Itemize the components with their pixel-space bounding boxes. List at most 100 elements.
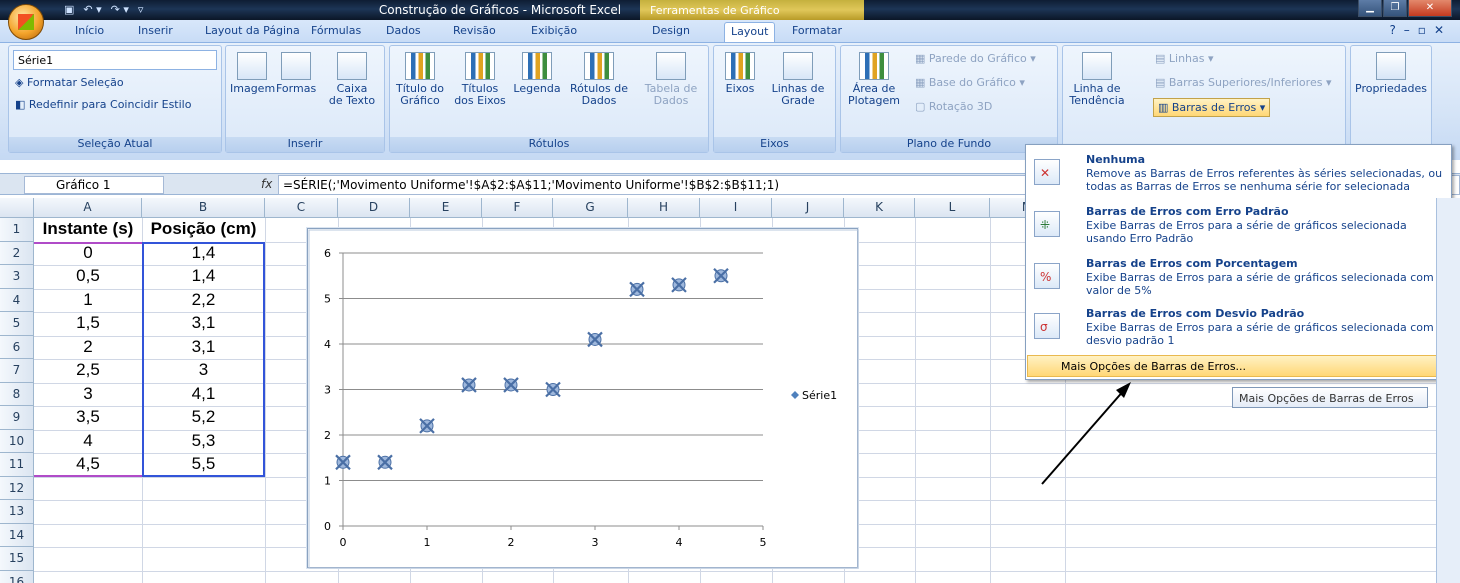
plot-area-button[interactable]: Área de Plotagem (845, 52, 903, 107)
insert-picture-button[interactable]: Imagem (230, 52, 275, 95)
cell-b9[interactable]: 5,2 (142, 406, 265, 430)
gridlines-button[interactable]: Linhas de Grade (766, 52, 830, 107)
cell-b10[interactable]: 5,3 (142, 430, 265, 454)
name-box[interactable]: Gráfico 1 (24, 176, 164, 194)
cell-a2[interactable]: 0 (34, 242, 142, 266)
axis-titles-button[interactable]: Títulos dos Eixos (452, 52, 508, 107)
row-header-6[interactable]: 6 (0, 335, 34, 359)
row-header-11[interactable]: 11 (0, 453, 34, 477)
tab-layout-pagina[interactable]: Layout da Página (205, 24, 300, 37)
menu-item-erro-padrao[interactable]: ⁜ Barras de Erros com Erro Padrão Exibe … (1030, 201, 1448, 253)
cell-a6[interactable]: 2 (34, 336, 142, 360)
cell-b5[interactable]: 3,1 (142, 312, 265, 336)
column-header-c[interactable]: C (265, 198, 338, 218)
menu-item-title: Barras de Erros com Erro Padrão (1086, 205, 1289, 218)
cell-b3[interactable]: 1,4 (142, 265, 265, 289)
row-header-5[interactable]: 5 (0, 312, 34, 336)
axes-button[interactable]: Eixos (718, 52, 762, 95)
row-header-8[interactable]: 8 (0, 382, 34, 406)
row-header-15[interactable]: 15 (0, 547, 34, 571)
cell-b11[interactable]: 5,5 (142, 453, 265, 477)
error-bars-button[interactable]: ▥ Barras de Erros ▾ (1153, 98, 1271, 117)
tab-inserir[interactable]: Inserir (138, 24, 173, 37)
cell-b4[interactable]: 2,2 (142, 289, 265, 313)
properties-button[interactable]: Propriedades (1353, 52, 1429, 95)
fx-icon[interactable]: fx (261, 177, 272, 191)
lines-button[interactable]: ▤ Linhas ▾ (1155, 52, 1214, 65)
minimize-button[interactable]: ▁ (1358, 0, 1382, 17)
column-header-l[interactable]: L (915, 198, 990, 218)
row-header-14[interactable]: 14 (0, 523, 34, 547)
column-header-e[interactable]: E (410, 198, 482, 218)
chart-wall-button[interactable]: ▦ Parede do Gráfico ▾ (915, 52, 1036, 65)
column-header-h[interactable]: H (628, 198, 700, 218)
restore-button[interactable]: ❐ (1383, 0, 1407, 17)
row-header-3[interactable]: 3 (0, 265, 34, 289)
column-header-g[interactable]: G (553, 198, 628, 218)
cell-b6[interactable]: 3,1 (142, 336, 265, 360)
cell-a8[interactable]: 3 (34, 383, 142, 407)
column-header-b[interactable]: B (142, 198, 265, 218)
row-header-13[interactable]: 13 (0, 500, 34, 524)
chart-floor-button[interactable]: ▦ Base do Gráfico ▾ (915, 76, 1025, 89)
column-header-d[interactable]: D (338, 198, 410, 218)
cell-a7[interactable]: 2,5 (34, 359, 142, 383)
cell-b2[interactable]: 1,4 (142, 242, 265, 266)
chart-title-button[interactable]: Título do Gráfico (392, 52, 448, 107)
row-header-9[interactable]: 9 (0, 406, 34, 430)
tab-layout[interactable]: Layout (724, 22, 776, 42)
cell-a5[interactable]: 1,5 (34, 312, 142, 336)
data-labels-button[interactable]: Rótulos de Dados (566, 52, 632, 107)
column-header-k[interactable]: K (844, 198, 915, 218)
cell-a9[interactable]: 3,5 (34, 406, 142, 430)
insert-shapes-button[interactable]: Formas (276, 52, 316, 95)
row-header-12[interactable]: 12 (0, 476, 34, 500)
data-point (671, 277, 687, 293)
close-button[interactable]: ✕ (1408, 0, 1452, 17)
help-icon[interactable]: ?–▫✕ (1389, 23, 1452, 37)
column-header-i[interactable]: I (700, 198, 772, 218)
row-header-10[interactable]: 10 (0, 429, 34, 453)
updown-bars-button[interactable]: ▤ Barras Superiores/Inferiores ▾ (1155, 76, 1331, 89)
tab-inicio[interactable]: Início (75, 24, 104, 37)
cell-b8[interactable]: 4,1 (142, 383, 265, 407)
menu-item-nenhuma[interactable]: ✕ Nenhuma Remove as Barras de Erros refe… (1030, 149, 1448, 201)
tab-design[interactable]: Design (652, 24, 690, 37)
cell-b7[interactable]: 3 (142, 359, 265, 383)
column-header-f[interactable]: F (482, 198, 553, 218)
format-selection-label: Formatar Seleção (26, 76, 124, 89)
cell-b1-header[interactable]: Posição (cm) (142, 218, 265, 242)
tab-formatar[interactable]: Formatar (792, 24, 842, 37)
vertical-scrollbar[interactable] (1436, 198, 1460, 583)
column-header-a[interactable]: A (34, 198, 142, 218)
row-header-16[interactable]: 16 (0, 570, 34, 583)
chart-object[interactable]: 0 1 2 3 4 5 6 0 1 2 3 4 5 Série1 (307, 228, 859, 569)
format-selection-button[interactable]: ◈ Formatar Seleção (15, 76, 124, 89)
column-header-j[interactable]: J (772, 198, 844, 218)
chart-element-combo[interactable]: Série1 (13, 50, 217, 70)
tab-revisao[interactable]: Revisão (453, 24, 496, 37)
cell-a3[interactable]: 0,5 (34, 265, 142, 289)
select-all-corner[interactable] (0, 198, 34, 218)
office-button[interactable] (2, 2, 56, 42)
tab-dados[interactable]: Dados (386, 24, 421, 37)
cell-a10[interactable]: 4 (34, 430, 142, 454)
menu-item-porcentagem[interactable]: % Barras de Erros com Porcentagem Exibe … (1030, 253, 1448, 305)
reset-style-button[interactable]: ◧ Redefinir para Coincidir Estilo (15, 98, 191, 111)
trendline-button[interactable]: Linha de Tendência (1067, 52, 1127, 107)
rotation-3d-button[interactable]: ▢ Rotação 3D (915, 100, 992, 113)
cell-a4[interactable]: 1 (34, 289, 142, 313)
insert-textbox-button[interactable]: Caixa de Texto (326, 52, 378, 107)
data-table-button[interactable]: Tabela de Dados (638, 52, 704, 107)
cell-a11[interactable]: 4,5 (34, 453, 142, 477)
row-header-7[interactable]: 7 (0, 359, 34, 383)
tab-exibicao[interactable]: Exibição (531, 24, 577, 37)
menu-item-desvio-padrao[interactable]: σ Barras de Erros com Desvio Padrão Exib… (1030, 303, 1448, 355)
legend-button[interactable]: Legenda (512, 52, 562, 95)
row-header-4[interactable]: 4 (0, 288, 34, 312)
tab-formulas[interactable]: Fórmulas (311, 24, 361, 37)
row-header-1[interactable]: 1 (0, 218, 34, 242)
more-error-bar-options[interactable]: Mais Opções de Barras de Erros... (1027, 355, 1450, 377)
row-header-2[interactable]: 2 (0, 241, 34, 265)
cell-a1-header[interactable]: Instante (s) (34, 218, 142, 242)
